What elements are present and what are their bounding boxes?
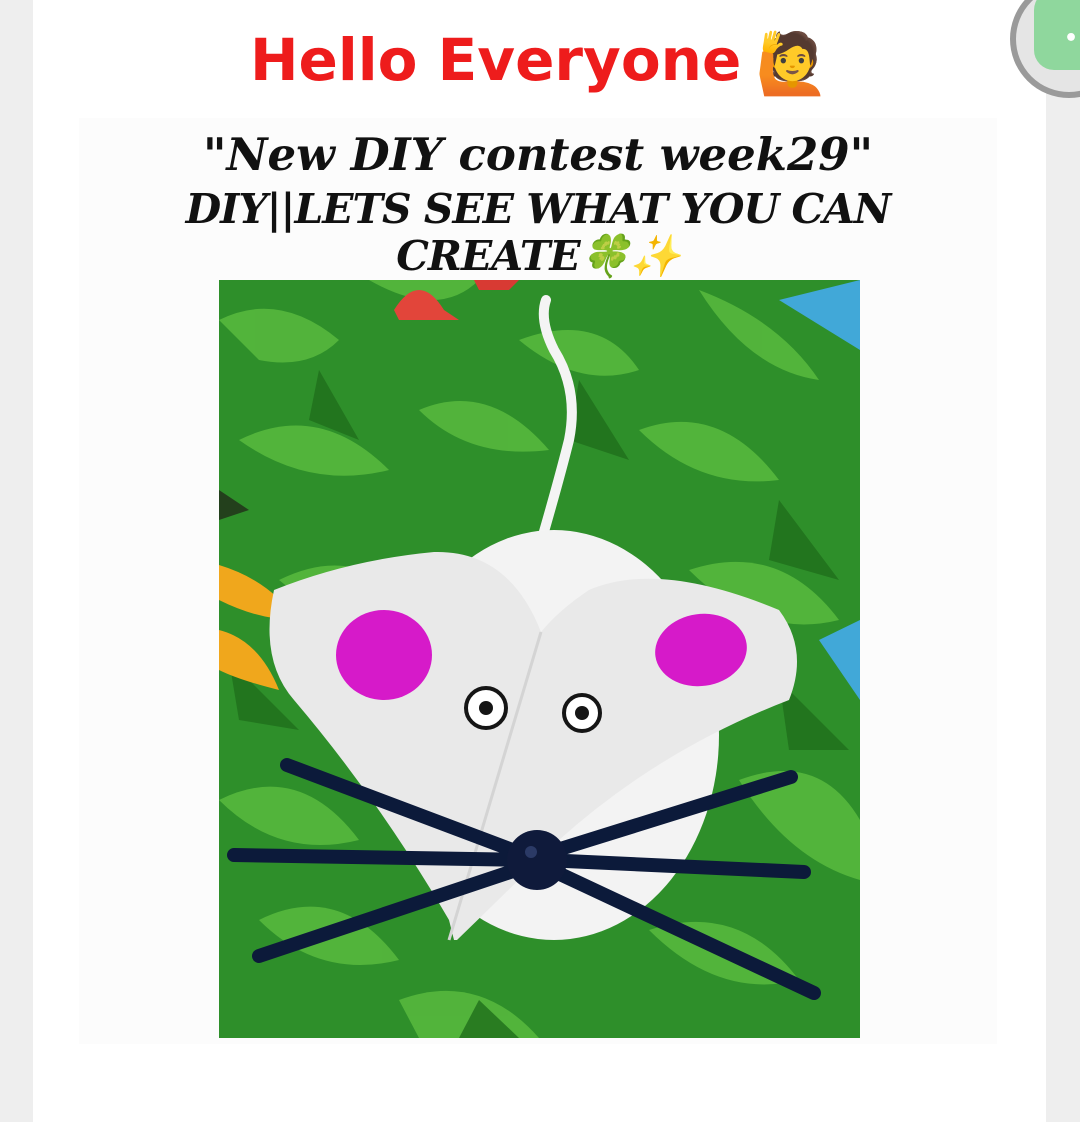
mouse-craft-photo <box>219 280 860 1038</box>
image-caption-line2: DIY||LETS SEE WHAT YOU CAN <box>185 185 892 233</box>
raising-hand-emoji-icon: 🙋 <box>755 29 831 99</box>
post-greeting: Hello Everyone 🙋 <box>0 26 1080 99</box>
floating-button-dots: •• <box>1064 26 1080 51</box>
image-caption-title: "New DIY contest week29" <box>202 128 874 181</box>
image-caption-line3: CREATE🍀✨ <box>396 232 680 280</box>
greeting-text: Hello Everyone <box>249 26 742 94</box>
post-image[interactable]: "New DIY contest week29" DIY||LETS SEE W… <box>79 118 997 1044</box>
